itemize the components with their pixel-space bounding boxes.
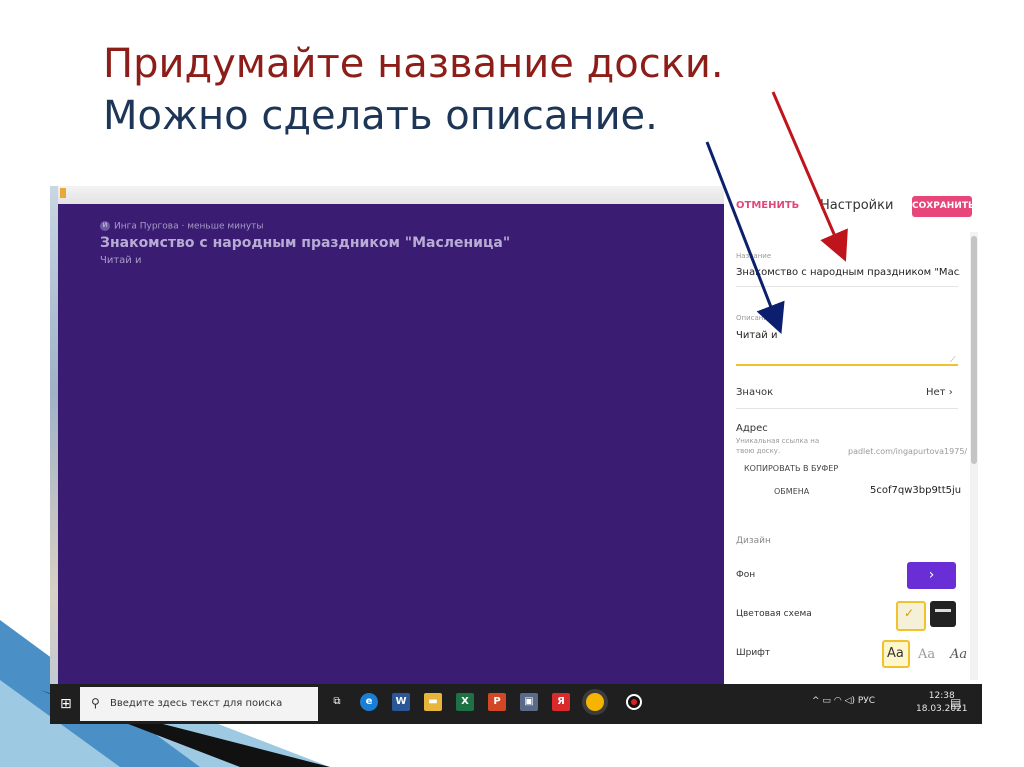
explorer-icon[interactable]: ▬ — [424, 693, 442, 711]
settings-panel: ОТМЕНИТЬ Настройки СОХРАНИТЬ Название Зн… — [724, 186, 982, 684]
scheme-light-option[interactable]: ✓ — [896, 601, 926, 631]
search-input[interactable]: Введите здесь текст для поиска — [110, 698, 282, 709]
icon-value-text: Нет — [926, 387, 946, 398]
scrollbar-thumb[interactable] — [971, 236, 977, 464]
chevron-right-icon: › — [928, 567, 935, 583]
description-label: Описание — [736, 314, 773, 322]
exchange-label: ОБМЕНА — [774, 487, 810, 496]
system-tray: ^ ▭ ◠ ◁) РУС — [812, 696, 875, 706]
name-field[interactable]: Знакомство с народным праздником "Масле — [736, 267, 960, 278]
scheme-dark-option[interactable] — [930, 601, 956, 627]
windows-taskbar: ⊞ ⚲ Введите здесь текст для поиска ⧉ e W… — [50, 684, 982, 724]
windows-start-icon[interactable]: ⊞ — [60, 696, 72, 712]
icon-value[interactable]: Нет › — [926, 387, 953, 398]
app-icon — [60, 188, 66, 198]
excel-icon[interactable]: X — [456, 693, 474, 711]
save-button[interactable]: СОХРАНИТЬ — [912, 196, 975, 217]
font-label: Шрифт — [736, 648, 771, 658]
language-indicator[interactable]: РУС — [858, 696, 875, 706]
panel-title: Настройки — [820, 198, 894, 213]
font-option-1[interactable]: Aa — [882, 640, 910, 668]
address-hint-2: твою доску. — [736, 447, 781, 455]
wifi-icon[interactable]: ◠ — [834, 696, 842, 706]
word-icon[interactable]: W — [392, 693, 410, 711]
design-label: Дизайн — [736, 536, 771, 546]
screenshot-frame: – ▭ ✕ ИИнга Пургова · меньше минуты Знак… — [50, 186, 982, 724]
avatar: И — [100, 221, 110, 231]
description-underline — [736, 364, 958, 366]
slide-title-line2: Можно сделать описание. — [103, 93, 658, 139]
address-hint-1: Уникальная ссылка на — [736, 437, 820, 445]
color-scheme-label: Цветовая схема — [736, 609, 812, 619]
board-title: Знакомство с народным праздником "Маслен… — [100, 235, 511, 251]
background-label: Фон — [736, 570, 756, 580]
name-label: Название — [736, 252, 772, 260]
board-meta: И Инга Пургова · меньше минуты — [100, 221, 264, 232]
icon-label: Значок — [736, 387, 774, 398]
cancel-button[interactable]: ОТМЕНИТЬ — [736, 200, 799, 211]
board-author: Инга Пургова — [114, 221, 179, 232]
edge-icon[interactable]: e — [360, 693, 378, 711]
chrome-icon[interactable] — [586, 693, 604, 711]
name-underline — [736, 286, 958, 287]
scheme-dark-preview — [935, 609, 951, 612]
record-icon[interactable] — [626, 694, 642, 710]
save-disk-icon[interactable]: ▣ — [520, 693, 538, 711]
check-icon: ✓ — [904, 606, 915, 620]
slide-title: Придумайте название доски. Можно сделать… — [103, 38, 823, 142]
copy-button[interactable]: КОПИРОВАТЬ В БУФЕР — [744, 464, 838, 473]
font-option-3[interactable]: Aa — [950, 647, 967, 662]
divider — [736, 408, 958, 409]
chevron-right-icon: › — [948, 387, 953, 398]
background-picker-button[interactable]: › — [907, 562, 956, 589]
taskbar-search-box[interactable]: ⚲ Введите здесь текст для поиска — [80, 687, 318, 721]
font-option-2[interactable]: Aa — [918, 647, 935, 662]
search-icon: ⚲ — [91, 696, 100, 710]
board-description: Читай и — [100, 255, 142, 266]
desktop-strip — [50, 186, 58, 696]
description-field[interactable]: Читай и — [736, 330, 777, 341]
board-time: меньше минуты — [187, 221, 264, 232]
yandex-icon[interactable]: Я — [552, 693, 570, 711]
font-sample-1: Aa — [887, 646, 904, 661]
address-url[interactable]: padlet.com/ingapurtova1975/ — [848, 447, 967, 456]
tray-chevron-icon[interactable]: ^ — [812, 696, 820, 706]
address-code-field[interactable]: 5cof7qw3bp9tt5ju — [870, 485, 961, 496]
volume-icon[interactable]: ◁) — [845, 696, 855, 706]
record-dot — [631, 699, 637, 705]
address-label: Адрес — [736, 423, 768, 434]
slide-title-line1: Придумайте название доски. — [103, 41, 724, 87]
resize-handle-icon[interactable]: ⟋ — [950, 355, 956, 365]
notification-icon[interactable]: ▤ — [950, 696, 961, 710]
task-view-icon[interactable]: ⧉ — [328, 693, 346, 711]
network-icon[interactable]: ▭ — [822, 696, 831, 706]
powerpoint-icon[interactable]: P — [488, 693, 506, 711]
padlet-board: И Инга Пургова · меньше минуты Знакомство… — [58, 204, 724, 684]
